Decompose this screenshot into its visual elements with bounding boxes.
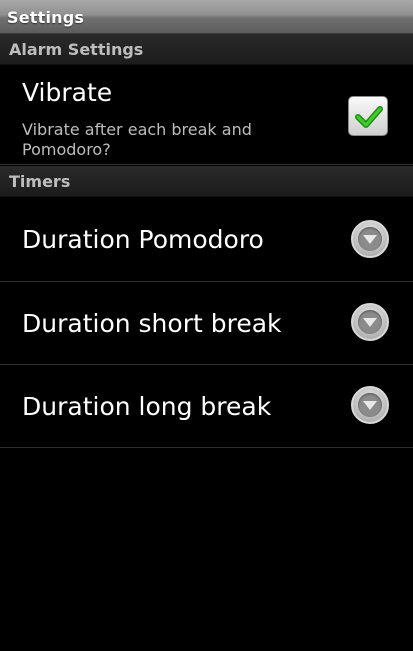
- duration-long-break-title: Duration long break: [22, 392, 272, 421]
- checkbox-checked-icon: [355, 106, 383, 128]
- duration-long-break-preference[interactable]: Duration long break: [0, 365, 413, 448]
- chevron-down-icon: [351, 303, 389, 341]
- vibrate-checkbox[interactable]: [348, 96, 388, 136]
- section-header-timers: Timers: [0, 166, 413, 197]
- duration-short-break-title: Duration short break: [22, 309, 282, 338]
- chevron-down-icon: [351, 220, 389, 258]
- duration-pomodoro-title: Duration Pomodoro: [22, 225, 264, 254]
- vibrate-summary: Vibrate after each break and Pomodoro?: [22, 120, 252, 159]
- vibrate-preference[interactable]: Vibrate Vibrate after each break and Pom…: [0, 66, 413, 165]
- section-header-label: Alarm Settings: [9, 40, 144, 59]
- section-header-label: Timers: [9, 172, 71, 191]
- chevron-down-icon: [351, 386, 389, 424]
- section-header-alarm-settings: Alarm Settings: [0, 34, 413, 65]
- duration-short-break-preference[interactable]: Duration short break: [0, 282, 413, 365]
- page-title: Settings: [7, 8, 85, 27]
- duration-pomodoro-preference[interactable]: Duration Pomodoro: [0, 198, 413, 282]
- title-bar: Settings: [0, 0, 413, 34]
- vibrate-title: Vibrate: [22, 78, 113, 107]
